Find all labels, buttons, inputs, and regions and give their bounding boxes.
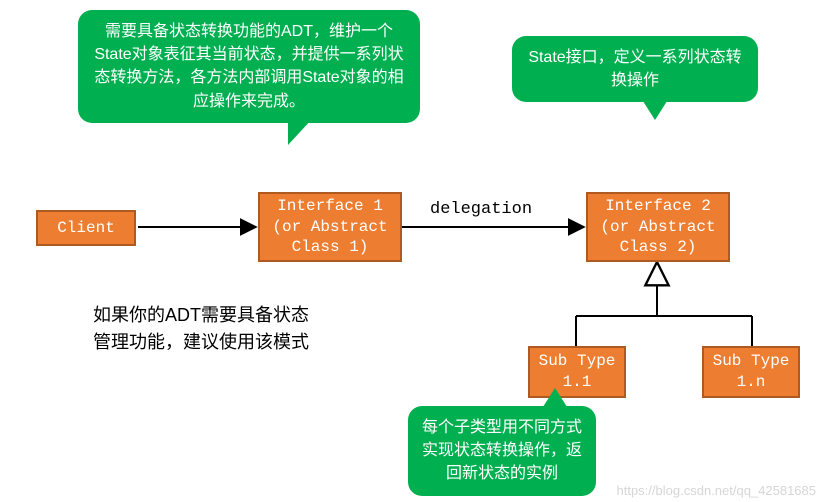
edge-delegation-label: delegation [430,200,532,219]
note-usage-text: 如果你的ADT需要具备状态管理功能，建议使用该模式 [93,305,309,352]
bubble-subtype-desc-text: 每个子类型用不同方式实现状态转换操作，返回新状态的实例 [422,419,582,482]
bubble-adt-desc-text: 需要具备状态转换功能的ADT，维护一个State对象表征其当前状态，并提供一系列… [94,23,403,110]
node-interface1: Interface 1 (or Abstract Class 1) [258,192,402,262]
bubble-state-desc-text: State接口，定义一系列状态转换操作 [528,49,741,89]
node-interface2-label: Interface 2 (or Abstract Class 2) [600,196,715,258]
watermark: https://blog.csdn.net/qq_42581685 [617,483,817,498]
node-client: Client [36,210,136,246]
bubble-adt-desc: 需要具备状态转换功能的ADT，维护一个State对象表征其当前状态，并提供一系列… [78,10,420,123]
node-client-label: Client [57,218,115,239]
node-subtype11-label: Sub Type 1.1 [539,351,616,393]
node-interface2: Interface 2 (or Abstract Class 2) [586,192,730,262]
node-interface1-label: Interface 1 (or Abstract Class 1) [272,196,387,258]
node-subtype1n: Sub Type 1.n [702,346,800,398]
bubble-subtype-desc: 每个子类型用不同方式实现状态转换操作，返回新状态的实例 [408,406,596,496]
note-usage: 如果你的ADT需要具备状态管理功能，建议使用该模式 [86,302,316,356]
bubble-state-desc: State接口，定义一系列状态转换操作 [512,36,758,102]
node-subtype1n-label: Sub Type 1.n [713,351,790,393]
